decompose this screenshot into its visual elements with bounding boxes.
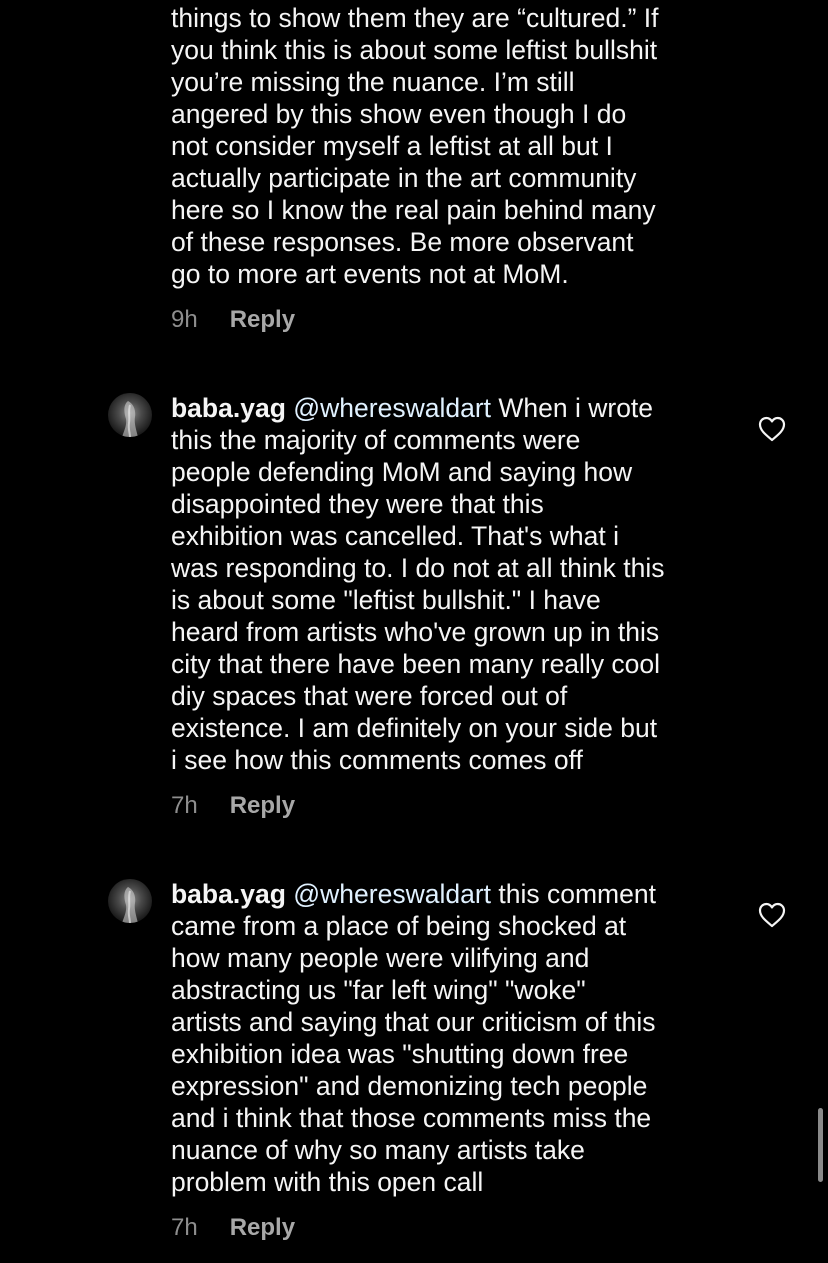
- comment-username[interactable]: baba.yag: [171, 879, 286, 909]
- comment-body: this comment came from a place of being …: [171, 879, 656, 1197]
- user-avatar[interactable]: [108, 393, 152, 437]
- comment-timestamp: 7h: [171, 1214, 198, 1241]
- comment-body: When i wrote this the majority of commen…: [171, 393, 665, 775]
- mention-link[interactable]: @whereswaldart: [293, 393, 491, 423]
- comment-meta: 7h Reply: [171, 1214, 295, 1242]
- comment-meta: 9h Reply: [171, 306, 295, 334]
- reply-button[interactable]: Reply: [230, 306, 295, 333]
- comment-timestamp: 9h: [171, 306, 198, 333]
- user-avatar[interactable]: [108, 879, 152, 923]
- mention-link[interactable]: @whereswaldart: [293, 879, 491, 909]
- heart-outline-icon[interactable]: [758, 902, 786, 928]
- comment-text: things to show them they are “cultured.”…: [171, 2, 731, 290]
- comment-timestamp: 7h: [171, 792, 198, 819]
- comment-body: things to show them they are “cultured.”…: [171, 3, 659, 289]
- reply-button[interactable]: Reply: [230, 792, 295, 819]
- comment-username[interactable]: baba.yag: [171, 393, 286, 423]
- comment-meta: 7h Reply: [171, 792, 295, 820]
- comment-text: baba.yag @whereswaldart this comment cam…: [171, 878, 731, 1198]
- heart-outline-icon[interactable]: [758, 416, 786, 442]
- scrollbar-thumb[interactable]: [818, 1108, 823, 1182]
- comment-text: baba.yag @whereswaldart When i wrote thi…: [171, 392, 731, 776]
- reply-button[interactable]: Reply: [230, 1214, 295, 1241]
